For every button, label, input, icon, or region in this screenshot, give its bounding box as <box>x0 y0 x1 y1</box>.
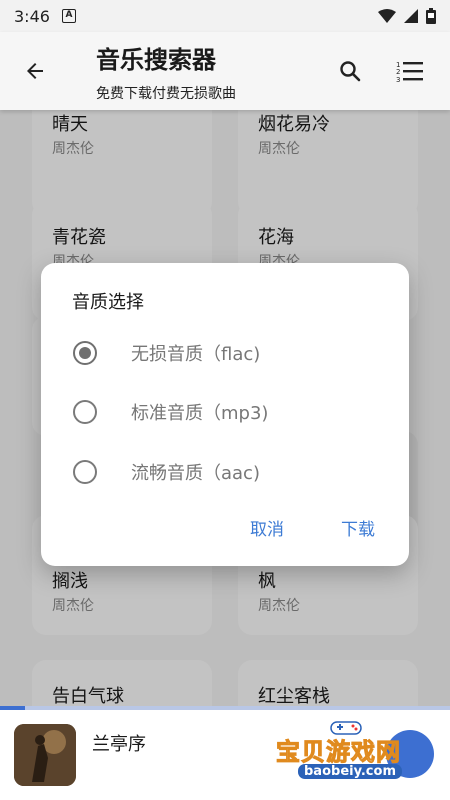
status-time: 3:46 <box>14 6 50 26</box>
album-cover[interactable] <box>14 724 76 786</box>
option-label: 标准音质（mp3) <box>131 403 269 424</box>
download-button[interactable]: 下载 <box>341 515 375 540</box>
sort-button[interactable]: 123 <box>393 56 427 86</box>
quality-option-mp3[interactable]: 标准音质（mp3) <box>63 384 393 440</box>
watermark-text: 宝贝游戏网 <box>276 738 401 767</box>
app-screen: 3:46 A 晴天 周杰伦 烟花易冷 周杰伦 青花瓷 周杰伦 花海 周杰伦 搁浅… <box>0 0 450 800</box>
cancel-button[interactable]: 取消 <box>250 515 284 540</box>
back-arrow-icon <box>27 63 43 79</box>
battery-icon <box>426 8 436 24</box>
option-label: 流畅音质（aac) <box>131 463 260 484</box>
quality-option-flac[interactable]: 无损音质（flac) <box>63 325 393 381</box>
svg-text:2: 2 <box>396 68 400 76</box>
search-icon <box>340 61 361 82</box>
search-button[interactable] <box>335 56 365 86</box>
radio-checked-icon[interactable] <box>73 341 97 365</box>
watermark-url: baobeiy.com <box>298 764 402 779</box>
app-title: 音乐搜索器 <box>96 46 216 74</box>
app-subtitle: 免费下载付费无损歌曲 <box>96 86 236 102</box>
quality-dialog: 音质选择 无损音质（flac) 标准音质（mp3) 流畅音质（aac) 取消 下… <box>41 263 409 566</box>
wifi-icon <box>378 9 396 23</box>
watermark-logo: 宝贝游戏网 baobeiy.com <box>276 718 448 788</box>
svg-text:3: 3 <box>396 76 400 83</box>
now-playing-title: 兰亭序 <box>92 734 146 755</box>
status-bar: 3:46 A <box>0 0 450 32</box>
signal-icon <box>404 9 418 23</box>
app-bar: 音乐搜索器 免费下载付费无损歌曲 123 <box>0 32 450 110</box>
option-label: 无损音质（flac) <box>131 344 261 365</box>
radio-unchecked-icon[interactable] <box>73 400 97 424</box>
quality-option-aac[interactable]: 流畅音质（aac) <box>63 444 393 500</box>
dialog-title: 音质选择 <box>72 292 144 313</box>
title-block: 音乐搜索器 免费下载付费无损歌曲 <box>96 40 236 103</box>
album-art-icon <box>14 724 76 786</box>
radio-unchecked-icon[interactable] <box>73 460 97 484</box>
notification-icon: A <box>61 9 76 23</box>
back-button[interactable] <box>20 56 50 86</box>
status-icons <box>378 8 436 24</box>
sort-list-icon: 123 <box>396 61 423 83</box>
